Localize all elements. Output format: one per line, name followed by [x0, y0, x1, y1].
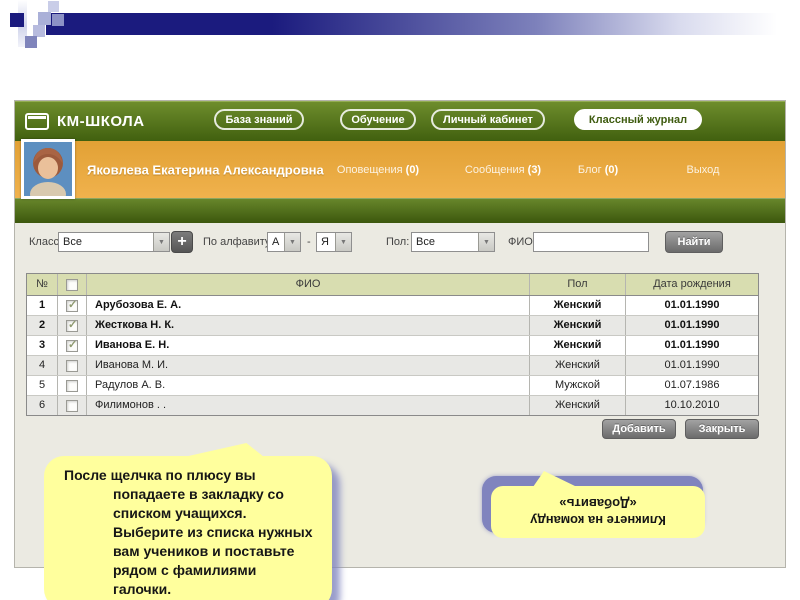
chevron-down-icon: ▼ [478, 233, 494, 251]
chevron-down-icon: ▼ [335, 233, 351, 251]
row-checkbox[interactable] [66, 318, 78, 332]
callout-right: Кликнете на команду «Добавить» [491, 471, 705, 538]
header-birth: Дата рождения [653, 278, 731, 290]
link-notifications[interactable]: Оповещения (0) [337, 164, 419, 176]
deco-square [52, 14, 64, 26]
gender-label: Пол: [386, 236, 410, 248]
gender-select[interactable]: Все ▼ [411, 232, 495, 252]
alpha-to-select[interactable]: Я ▼ [316, 232, 352, 252]
callout-left: После щелчка по плюсу вы попадаете в зак… [44, 443, 332, 600]
chevron-down-icon: ▼ [284, 233, 300, 251]
header-checkbox-cell [58, 274, 87, 295]
student-name: Филимонов . . [87, 396, 530, 415]
student-name: Иванова М. И. [87, 356, 530, 375]
deco-navy-square [10, 13, 24, 27]
table-row[interactable]: 2 Жесткова Н. К. Женский 01.01.1990 [27, 316, 758, 336]
link-messages[interactable]: Сообщения (3) [465, 164, 541, 176]
tab-personal-cabinet[interactable]: Личный кабинет [431, 109, 545, 130]
class-select[interactable]: Все ▼ [58, 232, 170, 252]
select-all-checkbox[interactable] [66, 278, 78, 291]
app-logo: КМ-ШКОЛА [25, 101, 145, 141]
tab-knowledge-base[interactable]: База знаний [214, 109, 304, 130]
row-checkbox[interactable] [66, 338, 78, 352]
avatar-photo [24, 142, 72, 196]
header-gender: Пол [530, 274, 626, 295]
student-name: Иванова Е. Н. [87, 336, 530, 355]
table-row[interactable]: 4 Иванова М. И. Женский 01.01.1990 [27, 356, 758, 376]
student-name: Арубозова Е. А. [87, 296, 530, 315]
filter-bar: Класс: Все ▼ + По алфавиту: А ▼ - Я ▼ По… [15, 223, 785, 267]
app-logo-icon [25, 112, 49, 130]
subheader-strip [15, 198, 785, 223]
fio-label: ФИО: [508, 236, 536, 248]
row-checkbox[interactable] [66, 399, 78, 412]
row-checkbox[interactable] [66, 359, 78, 372]
avatar [21, 139, 75, 199]
table-row[interactable]: 1 Арубозова Е. А. Женский 01.01.1990 [27, 296, 758, 316]
app-header: КМ-ШКОЛА База знаний Обучение Личный каб… [15, 101, 785, 141]
user-bar: Яковлева Екатерина Александровна Оповеще… [15, 139, 785, 199]
row-checkbox[interactable] [66, 298, 78, 312]
user-name: Яковлева Екатерина Александровна [87, 162, 324, 177]
close-button[interactable]: Закрыть [685, 419, 759, 439]
tab-learning[interactable]: Обучение [340, 109, 416, 130]
row-checkbox[interactable] [66, 379, 78, 392]
add-students-plus-button[interactable]: + [171, 231, 193, 253]
table-row[interactable]: 5 Радулов А. В. Мужской 01.07.1986 [27, 376, 758, 396]
deco-square [38, 12, 51, 25]
slide: КМ-ШКОЛА База знаний Обучение Личный каб… [0, 0, 800, 600]
search-button[interactable]: Найти [665, 231, 723, 253]
alpha-range-dash: - [307, 236, 311, 248]
student-name: Радулов А. В. [87, 376, 530, 395]
students-table: № ФИО Пол Дата рождения 1 Арубозова Е. А… [26, 273, 759, 416]
student-name: Жесткова Н. К. [87, 316, 530, 335]
header-num: № [27, 274, 58, 295]
alphabet-label: По алфавиту: [203, 236, 274, 248]
deco-square [48, 1, 59, 12]
callout-right-text: Кликнете на команду «Добавить» [530, 496, 666, 528]
add-button[interactable]: Добавить [602, 419, 676, 439]
table-header-row: № ФИО Пол Дата рождения [27, 274, 758, 296]
link-logout[interactable]: Выход [687, 164, 720, 176]
callout-left-text: После щелчка по плюсу вы попадаете в зак… [64, 467, 313, 597]
header-fio: ФИО [87, 274, 530, 295]
alpha-from-select[interactable]: А ▼ [267, 232, 301, 252]
table-row[interactable]: 3 Иванова Е. Н. Женский 01.01.1990 [27, 336, 758, 356]
fio-input[interactable] [533, 232, 649, 252]
deco-square [25, 36, 37, 48]
chevron-down-icon: ▼ [153, 233, 169, 251]
tab-class-journal[interactable]: Классный журнал [574, 109, 702, 130]
deco-gradient-bar [46, 13, 800, 35]
app-title: КМ-ШКОЛА [57, 112, 145, 130]
table-row[interactable]: 6 Филимонов . . Женский 10.10.2010 [27, 396, 758, 415]
link-blog[interactable]: Блог (0) [578, 164, 618, 176]
action-buttons: Добавить Закрыть [602, 419, 759, 439]
